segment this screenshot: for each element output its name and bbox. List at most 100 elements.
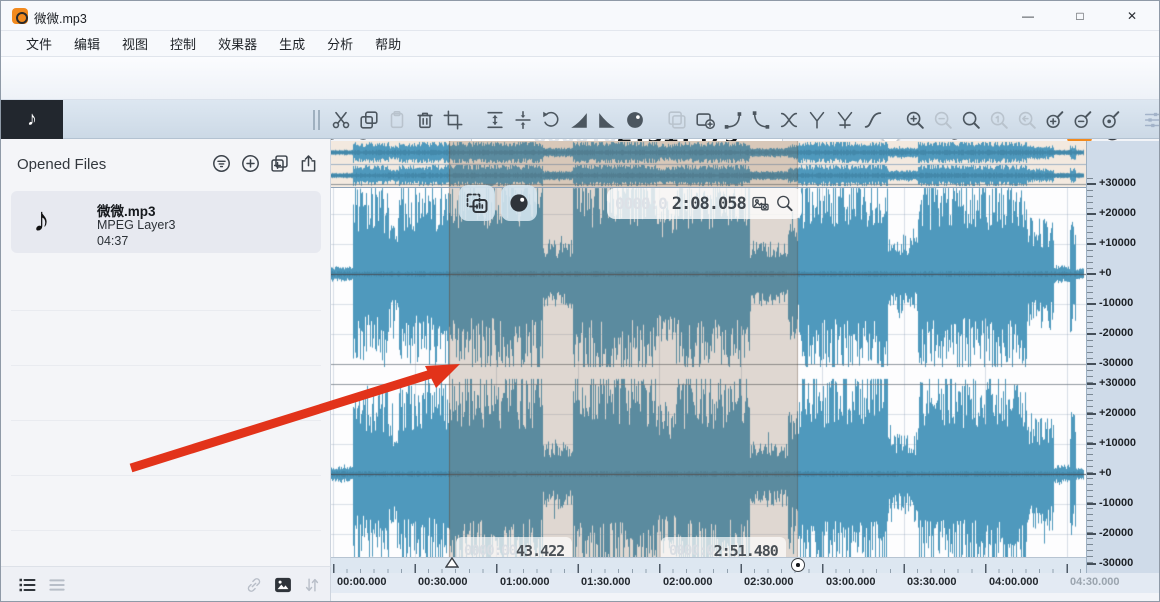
delete-icon[interactable] <box>414 109 436 131</box>
axis-label: +10000 <box>1099 237 1136 249</box>
axis-label: +0 <box>1099 267 1112 279</box>
fade-in-icon[interactable] <box>568 109 590 131</box>
file-name: 微微.mp3 <box>97 200 156 220</box>
split-curve-icon[interactable] <box>806 109 828 131</box>
amplitude-axis: +30000 +20000 +10000 +0 -10000 -20000 -3… <box>1086 141 1160 573</box>
magnifier-icon[interactable] <box>775 194 794 213</box>
menu-generate[interactable]: 生成 <box>268 34 316 53</box>
menu-file[interactable]: 文件 <box>15 34 63 53</box>
zoom-selection-icon[interactable] <box>960 109 982 131</box>
split-channels-icon[interactable] <box>512 109 534 131</box>
add-region-icon[interactable] <box>694 109 716 131</box>
position-ghost-digits: 0000:0 <box>615 194 667 213</box>
timeline-tick-label: 00:30.000 <box>418 576 468 588</box>
axis-label: -10000 <box>1099 497 1133 509</box>
edit-toolbar: ♪ <box>1 100 1159 139</box>
selection-start-handle[interactable] <box>445 557 459 568</box>
maximize-button[interactable]: □ <box>1057 1 1103 31</box>
fade-out-icon[interactable] <box>596 109 618 131</box>
menu-analyze[interactable]: 分析 <box>316 34 364 53</box>
menu-help[interactable]: 帮助 <box>364 34 412 53</box>
timeline-tick-label: 04:30.000 <box>1070 576 1120 588</box>
smooth-curve-icon[interactable] <box>862 109 884 131</box>
axis-label: -10000 <box>1099 297 1133 309</box>
app-icon <box>12 8 28 24</box>
position-value: 2:08.058 <box>672 194 746 214</box>
waveform-display[interactable]: 0000:0 2:08.058 0000:00 43.422 0000:0 2:… <box>331 141 1086 566</box>
spectrogram-view-icon[interactable] <box>273 575 293 595</box>
axis-label: -20000 <box>1099 527 1133 539</box>
vertical-zoom-in-icon[interactable] <box>1044 109 1066 131</box>
axis-label: +20000 <box>1099 207 1136 219</box>
vertical-zoom-reset-icon[interactable] <box>1100 109 1122 131</box>
axis-label: -30000 <box>1099 357 1133 369</box>
export-file-icon[interactable] <box>298 153 319 174</box>
timeline-tick-label: 01:30.000 <box>581 576 631 588</box>
zoom-back-icon <box>1016 109 1038 131</box>
opened-files-panel: Opened Files ♪ 微微.mp3 MPEG Layer3 04:37 <box>1 139 331 566</box>
mixer-levels-icon[interactable] <box>1142 109 1160 131</box>
compact-view-icon[interactable] <box>47 575 67 595</box>
filter-files-icon[interactable] <box>211 153 232 174</box>
crossfade-icon[interactable] <box>778 109 800 131</box>
toolbar-grip[interactable] <box>313 110 320 130</box>
timeline-labels: 00:00.000 00:30.000 01:00.000 01:30.000 … <box>331 573 1160 593</box>
menu-edit[interactable]: 编辑 <box>63 34 111 53</box>
menu-control[interactable]: 控制 <box>159 34 207 53</box>
zoom-out-icon <box>932 109 954 131</box>
axis-label: +30000 <box>1099 177 1136 189</box>
timeline-tick-label: 00:00.000 <box>337 576 387 588</box>
add-file-icon[interactable] <box>240 153 261 174</box>
duplicate-file-icon[interactable] <box>269 153 290 174</box>
minimize-button[interactable]: — <box>1005 1 1051 31</box>
axis-label: +0 <box>1099 467 1112 479</box>
axis-label: +10000 <box>1099 437 1136 449</box>
selection-tool-button[interactable] <box>459 185 495 221</box>
envelope-curve-up-icon[interactable] <box>722 109 744 131</box>
timeline-tick-label: 03:00.000 <box>826 576 876 588</box>
file-note-icon: ♪ <box>33 201 50 240</box>
zoom-in-icon[interactable] <box>904 109 926 131</box>
file-duration: 04:37 <box>97 234 128 248</box>
zoom-full-icon <box>988 109 1010 131</box>
sidebar-footer <box>1 566 331 602</box>
menu-bar: 文件 编辑 视图 控制 效果器 生成 分析 帮助 <box>1 31 1159 57</box>
cut-icon[interactable] <box>330 109 352 131</box>
axis-label: -30000 <box>1099 557 1133 569</box>
timeline-tick-label: 04:00.000 <box>989 576 1039 588</box>
transport-toolbar: i 48 kHz stereo -0000:0 2:51.479 Decimal <box>1 57 1159 100</box>
cursor-position-readout: 0000:0 2:08.058 <box>607 188 802 219</box>
file-format: MPEG Layer3 <box>97 218 176 232</box>
close-button[interactable]: ✕ <box>1109 1 1155 31</box>
file-list-item[interactable]: ♪ 微微.mp3 MPEG Layer3 04:37 <box>11 191 321 253</box>
timeline-tick-label: 01:00.000 <box>500 576 550 588</box>
gain-knob-icon[interactable] <box>624 109 646 131</box>
group-regions-icon <box>666 109 688 131</box>
track-note-icon: ♪ <box>1 100 63 139</box>
merge-curve-icon[interactable] <box>834 109 856 131</box>
timeline-tick-label: 02:30.000 <box>744 576 794 588</box>
axis-label: -20000 <box>1099 327 1133 339</box>
playhead-handle[interactable] <box>791 558 805 572</box>
window-title: 微微.mp3 <box>34 8 87 27</box>
paste-icon <box>386 109 408 131</box>
title-bar: 微微.mp3 — □ ✕ <box>1 1 1159 31</box>
sort-files-icon <box>302 575 322 595</box>
trim-icon[interactable] <box>442 109 464 131</box>
reverse-icon[interactable] <box>540 109 562 131</box>
menu-effects[interactable]: 效果器 <box>207 34 268 53</box>
snapshot-icon[interactable] <box>751 194 770 213</box>
list-view-icon[interactable] <box>17 575 37 595</box>
axis-label: +30000 <box>1099 377 1136 389</box>
menu-view[interactable]: 视图 <box>111 34 159 53</box>
copy-icon[interactable] <box>358 109 380 131</box>
expand-vertical-icon[interactable] <box>484 109 506 131</box>
app-window: 微微.mp3 — □ ✕ 文件 编辑 视图 控制 效果器 生成 分析 帮助 i … <box>0 0 1160 602</box>
envelope-curve-down-icon[interactable] <box>750 109 772 131</box>
panel-title: Opened Files <box>17 156 106 173</box>
timeline-tick-label: 02:00.000 <box>663 576 713 588</box>
gain-tool-button[interactable] <box>501 185 537 221</box>
link-channels-icon <box>244 575 264 595</box>
axis-label: +20000 <box>1099 407 1136 419</box>
vertical-zoom-out-icon[interactable] <box>1072 109 1094 131</box>
